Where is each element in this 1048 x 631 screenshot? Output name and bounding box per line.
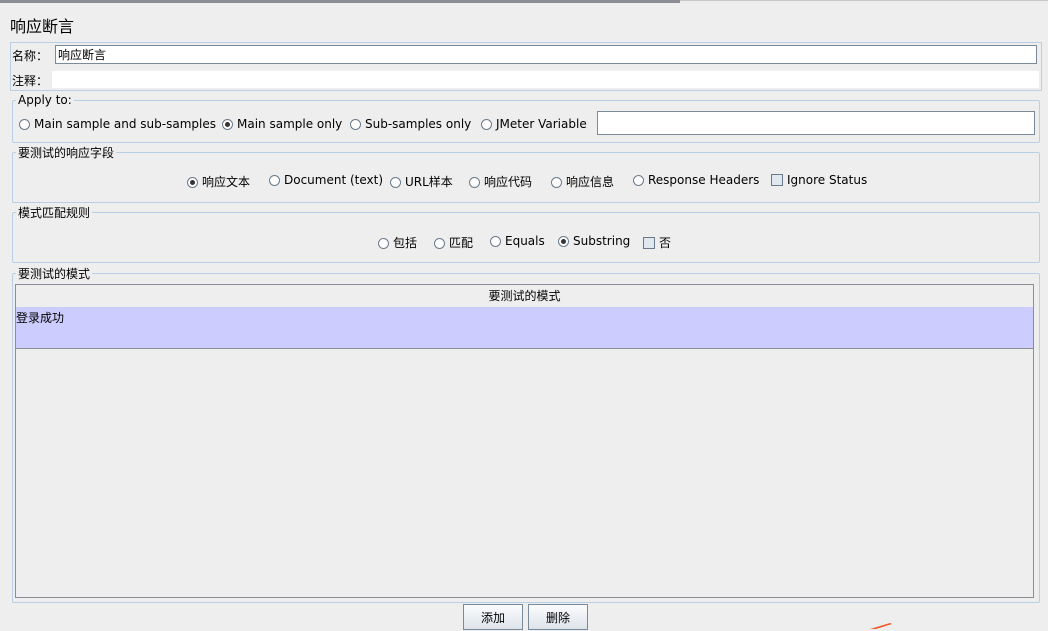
- radio-icon: [434, 238, 445, 249]
- radio-icon: [19, 119, 30, 130]
- patterns-legend: 要测试的模式: [18, 267, 91, 281]
- radio-url-sample[interactable]: URL样本: [390, 173, 453, 190]
- radio-icon: [350, 119, 361, 130]
- table-column-header[interactable]: 要测试的模式: [16, 285, 1033, 308]
- top-divider-right: [680, 0, 1048, 1]
- radio-icon: [551, 177, 562, 188]
- pattern-rule-legend: 模式匹配规则: [18, 206, 91, 220]
- table-row[interactable]: 登录成功: [16, 307, 1033, 349]
- name-label: 名称：: [12, 49, 49, 63]
- radio-icon: [481, 119, 492, 130]
- page-title: 响应断言: [10, 17, 75, 36]
- radio-main-and-sub[interactable]: Main sample and sub-samples: [19, 117, 216, 131]
- delete-button[interactable]: 删除: [528, 604, 588, 630]
- radio-response-headers[interactable]: Response Headers: [633, 173, 759, 187]
- radio-icon: [269, 175, 280, 186]
- name-input[interactable]: 响应断言: [55, 45, 1037, 64]
- patterns-table[interactable]: 要测试的模式 登录成功: [15, 284, 1034, 598]
- radio-response-message[interactable]: 响应信息: [551, 173, 614, 190]
- radio-selected-icon: [222, 119, 233, 130]
- radio-icon: [490, 236, 501, 247]
- radio-selected-icon: [187, 177, 198, 188]
- checkbox-icon: [643, 237, 655, 249]
- radio-matches[interactable]: 匹配: [434, 234, 473, 251]
- radio-sub-only[interactable]: Sub-samples only: [350, 117, 471, 131]
- radio-icon: [469, 177, 480, 188]
- radio-substring[interactable]: Substring: [558, 234, 630, 248]
- add-button[interactable]: 添加: [463, 604, 523, 630]
- radio-equals[interactable]: Equals: [490, 234, 545, 248]
- radio-jmeter-variable[interactable]: JMeter Variable: [481, 117, 587, 131]
- table-cell[interactable]: 登录成功: [16, 309, 64, 326]
- radio-document-text[interactable]: Document (text): [269, 173, 383, 187]
- radio-response-code[interactable]: 响应代码: [469, 173, 532, 190]
- checkbox-icon: [771, 174, 783, 186]
- radio-main-only[interactable]: Main sample only: [222, 117, 342, 131]
- jmeter-variable-input[interactable]: [597, 111, 1035, 135]
- radio-response-text[interactable]: 响应文本: [187, 173, 250, 190]
- comment-input[interactable]: [52, 71, 1039, 88]
- radio-icon: [390, 177, 401, 188]
- pointer-icon: [870, 623, 892, 629]
- apply-to-legend: Apply to:: [18, 93, 72, 107]
- response-field-legend: 要测试的响应字段: [18, 146, 115, 160]
- radio-selected-icon: [558, 236, 569, 247]
- not-checkbox[interactable]: 否: [643, 234, 671, 251]
- radio-icon: [378, 238, 389, 249]
- comment-label: 注释：: [12, 74, 49, 88]
- top-divider: [0, 0, 680, 3]
- radio-contains[interactable]: 包括: [378, 234, 417, 251]
- ignore-status-checkbox[interactable]: Ignore Status: [771, 173, 867, 187]
- radio-icon: [633, 175, 644, 186]
